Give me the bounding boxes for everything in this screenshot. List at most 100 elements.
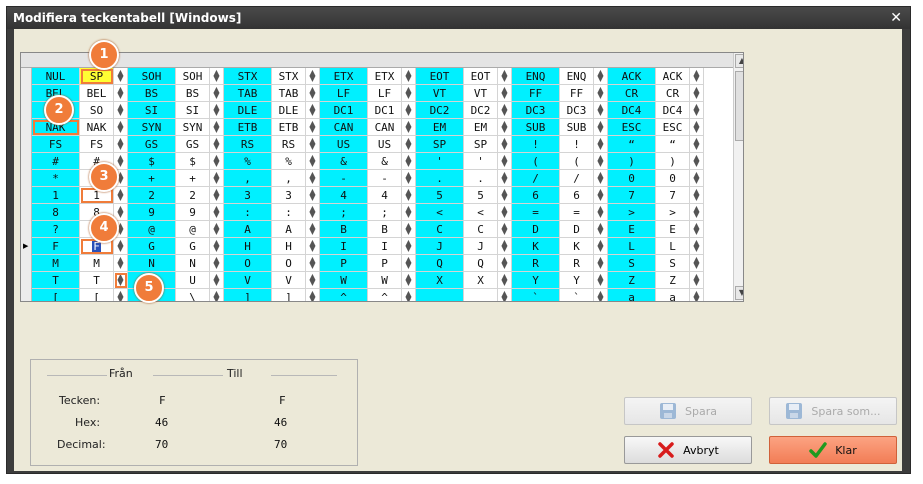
target-char-cell[interactable]: S [656,255,690,272]
spinner-arrows-icon[interactable]: ▲ ▼ [306,68,320,85]
source-char-cell[interactable]: 1 [32,187,80,204]
target-char-cell[interactable]: ENQ [560,68,594,85]
source-char-cell[interactable]: C [416,221,464,238]
spinner-arrows-icon[interactable]: ▲ ▼ [690,102,704,119]
spinner-arrows-icon[interactable]: ▲ ▼ [690,85,704,102]
source-char-cell[interactable]: L [608,238,656,255]
target-char-cell[interactable]: DLE [272,102,306,119]
source-char-cell[interactable]: > [608,204,656,221]
source-char-cell[interactable]: SOH [128,68,176,85]
spinner-arrows-icon[interactable]: ▲ ▼ [594,272,608,289]
source-char-cell[interactable]: ] [224,289,272,301]
target-char-cell[interactable]: 9 [176,204,210,221]
spinner-arrows-icon[interactable]: ▲ ▼ [306,136,320,153]
source-char-cell[interactable]: : [224,204,272,221]
save-button[interactable]: Spara [624,397,752,425]
target-char-cell[interactable]: SP [80,68,114,85]
spinner-arrows-icon[interactable]: ▲ ▼ [594,289,608,301]
source-char-cell[interactable]: 2 [128,187,176,204]
source-char-cell[interactable]: , [224,170,272,187]
target-char-cell[interactable]: I [368,238,402,255]
source-char-cell[interactable]: I [320,238,368,255]
source-char-cell[interactable]: B [320,221,368,238]
target-char-cell[interactable]: ( [560,153,594,170]
spinner-arrows-icon[interactable]: ▲ ▼ [690,68,704,85]
spinner-arrows-icon[interactable]: ▲ ▼ [114,289,128,301]
spinner-arrows-icon[interactable]: ▲ ▼ [594,85,608,102]
spinner-arrows-icon[interactable]: ▲ ▼ [402,187,416,204]
source-char-cell[interactable]: SYN [128,119,176,136]
spinner-arrows-icon[interactable]: ▲ ▼ [690,119,704,136]
target-char-cell[interactable]: 4 [368,187,402,204]
source-char-cell[interactable]: RS [224,136,272,153]
source-char-cell[interactable]: ) [608,153,656,170]
target-char-cell[interactable]: K [560,238,594,255]
source-char-cell[interactable]: ETX [320,68,368,85]
source-char-cell[interactable]: R [512,255,560,272]
spinner-arrows-icon[interactable]: ▲ ▼ [690,289,704,301]
source-char-cell[interactable]: % [224,153,272,170]
source-char-cell[interactable]: G [128,238,176,255]
target-char-cell[interactable]: ) [656,153,690,170]
target-char-cell[interactable]: ' [464,153,498,170]
target-char-cell[interactable]: J [464,238,498,255]
source-char-cell[interactable]: E [608,221,656,238]
source-char-cell[interactable]: $ [128,153,176,170]
spinner-arrows-icon[interactable]: ▲ ▼ [114,68,128,85]
target-char-cell[interactable]: ! [560,136,594,153]
spinner-arrows-icon[interactable]: ▲ ▼ [114,85,128,102]
spinner-arrows-icon[interactable]: ▲ ▼ [210,102,224,119]
target-char-cell[interactable]: ] [272,289,306,301]
target-char-cell[interactable]: - [368,170,402,187]
spinner-arrows-icon[interactable]: ▲ ▼ [306,102,320,119]
target-char-cell[interactable]: 5 [464,187,498,204]
spinner-arrows-icon[interactable]: ▲ ▼ [210,68,224,85]
target-char-cell[interactable]: a [656,289,690,301]
source-char-cell[interactable]: US [320,136,368,153]
spinner-arrows-icon[interactable]: ▲ ▼ [498,170,512,187]
target-char-cell[interactable]: \ [176,289,210,301]
target-char-cell[interactable]: 0 [656,170,690,187]
target-char-cell[interactable]: 7 [656,187,690,204]
spinner-arrows-icon[interactable]: ▲ ▼ [114,102,128,119]
source-char-cell[interactable]: D [512,221,560,238]
spinner-arrows-icon[interactable]: ▲ ▼ [594,102,608,119]
spinner-arrows-icon[interactable]: ▲ ▼ [210,204,224,221]
target-char-cell[interactable]: CR [656,85,690,102]
source-char-cell[interactable]: S [608,255,656,272]
target-char-cell[interactable]: DC4 [656,102,690,119]
target-char-cell[interactable]: DC2 [464,102,498,119]
source-char-cell[interactable]: Y [512,272,560,289]
target-char-cell[interactable]: : [272,204,306,221]
spinner-arrows-icon[interactable]: ▲ ▼ [690,136,704,153]
spinner-arrows-icon[interactable]: ▲ ▼ [498,153,512,170]
source-char-cell[interactable]: ' [416,153,464,170]
target-char-cell[interactable]: ESC [656,119,690,136]
spinner-arrows-icon[interactable]: ▲ ▼ [210,136,224,153]
spinner-arrows-icon[interactable]: ▲ ▼ [498,238,512,255]
source-char-cell[interactable]: P [320,255,368,272]
grid-vertical-scrollbar[interactable]: ▲ ▼ [733,53,743,301]
source-char-cell[interactable]: @ [128,221,176,238]
target-char-cell[interactable]: . [464,170,498,187]
source-char-cell[interactable]: FS [32,136,80,153]
spinner-arrows-icon[interactable]: ▲ ▼ [306,289,320,301]
cancel-button[interactable]: Avbryt [624,436,752,464]
target-char-cell[interactable]: ^ [368,289,402,301]
source-char-cell[interactable]: - [320,170,368,187]
spinner-arrows-icon[interactable]: ▲ ▼ [498,136,512,153]
target-char-cell[interactable]: O [272,255,306,272]
spinner-arrows-icon[interactable]: ▲ ▼ [210,153,224,170]
spinner-arrows-icon[interactable]: ▲ ▼ [114,136,128,153]
target-char-cell[interactable]: DC1 [368,102,402,119]
scroll-thumb[interactable] [735,71,743,141]
source-char-cell[interactable]: F [32,238,80,255]
spinner-arrows-icon[interactable]: ▲ ▼ [402,289,416,301]
close-icon[interactable]: ✕ [890,10,902,26]
source-char-cell[interactable]: ? [32,221,80,238]
spinner-arrows-icon[interactable]: ▲ ▼ [594,68,608,85]
source-char-cell[interactable]: K [512,238,560,255]
spinner-arrows-icon[interactable]: ▲ ▼ [594,204,608,221]
target-char-cell[interactable]: VT [464,85,498,102]
spinner-arrows-icon[interactable]: ▲ ▼ [498,289,512,301]
